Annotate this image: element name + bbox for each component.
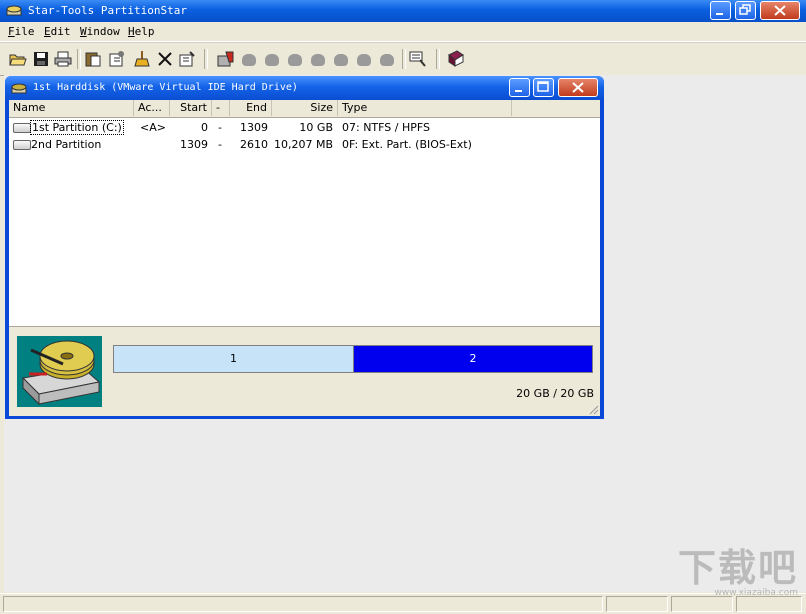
column-dash[interactable]: -	[212, 100, 230, 116]
main-title-bar[interactable]: Star-Tools PartitionStar	[0, 0, 806, 22]
partition-name: 2nd Partition	[31, 138, 102, 151]
status-pane-4	[736, 596, 802, 612]
column-name[interactable]: Name	[9, 100, 134, 116]
disabled-tool-icon	[265, 54, 279, 66]
close-icon	[774, 5, 786, 16]
menu-file[interactable]: File	[8, 25, 35, 38]
harddisk-window-title-bar[interactable]: 1st Harddisk (VMware Virtual IDE Hard Dr…	[5, 76, 604, 100]
harddisk-window: 1st Harddisk (VMware Virtual IDE Hard Dr…	[5, 76, 604, 419]
child-close-button[interactable]	[558, 78, 598, 97]
toolbar-separator	[402, 49, 406, 69]
minimize-button[interactable]	[710, 1, 731, 20]
menu-bar: File Edit Window Help	[0, 22, 806, 42]
partition-dash: -	[218, 138, 222, 151]
clean-icon[interactable]	[133, 50, 151, 68]
menu-help[interactable]: Help	[128, 25, 155, 38]
toolbar-separator	[77, 49, 81, 69]
close-icon	[572, 82, 584, 93]
app-hdd-icon	[6, 5, 22, 16]
disabled-tool-icon	[380, 54, 394, 66]
partition-start: 0	[201, 121, 208, 134]
partition-drive-icon	[13, 140, 31, 150]
harddisk-icon	[11, 83, 27, 94]
partition-end: 1309	[240, 121, 268, 134]
minimize-icon	[515, 90, 522, 92]
partition-list-panel: Name Ac... Start - End Size Type 1st Par…	[9, 100, 600, 416]
disabled-tool-icon	[334, 54, 348, 66]
partition-drive-icon	[13, 123, 31, 133]
toolbar-separator	[436, 49, 440, 69]
partition-segment-2[interactable]: 2	[354, 346, 592, 372]
restore-icon	[739, 4, 751, 15]
partition-dash: -	[218, 121, 222, 134]
column-active[interactable]: Ac...	[134, 100, 170, 116]
partition-active: <A>	[140, 121, 166, 134]
edit-icon[interactable]	[178, 50, 196, 68]
menu-window[interactable]: Window	[80, 25, 120, 38]
maximize-button[interactable]	[735, 1, 756, 20]
save-disk-icon[interactable]	[32, 50, 50, 68]
table-row[interactable]: 1st Partition (C:) <A> 0 - 1309 10 GB 07…	[9, 119, 600, 136]
column-type[interactable]: Type	[338, 100, 512, 116]
disabled-tool-icon	[357, 54, 371, 66]
partition-type: 07: NTFS / HPFS	[342, 121, 430, 134]
status-pane-3	[671, 596, 733, 612]
disabled-tool-icon	[311, 54, 325, 66]
harddisk-window-title: 1st Harddisk (VMware Virtual IDE Hard Dr…	[33, 82, 298, 93]
maximize-icon	[537, 81, 549, 92]
delete-x-icon[interactable]	[156, 50, 174, 68]
toolbar	[0, 42, 806, 76]
partition-column-header: Name Ac... Start - End Size Type	[9, 100, 600, 118]
column-end[interactable]: End	[230, 100, 272, 116]
harddisk-large-icon	[21, 340, 101, 406]
paste-icon[interactable]	[84, 50, 102, 68]
disk-overview-panel: 1 2 20 GB / 20 GB	[9, 326, 600, 416]
partition-size: 10 GB	[299, 121, 333, 134]
partition-size: 10,207 MB	[273, 138, 333, 151]
open-folder-icon[interactable]	[9, 50, 27, 68]
toolbar-separator	[204, 49, 208, 69]
watermark-brand: 下载吧	[677, 546, 798, 590]
partition-end: 2610	[240, 138, 268, 151]
disabled-tool-icon	[288, 54, 302, 66]
partition-start: 1309	[180, 138, 208, 151]
table-row[interactable]: 2nd Partition 1309 - 2610 10,207 MB 0F: …	[9, 136, 600, 153]
partition-name: 1st Partition (C:)	[30, 120, 124, 135]
disabled-tool-icon	[242, 54, 256, 66]
partition-layout-bar: 1 2	[113, 345, 593, 373]
book-icon[interactable]	[447, 50, 465, 68]
partition-segment-1[interactable]: 1	[114, 346, 354, 372]
partition-active	[140, 136, 164, 153]
column-start[interactable]: Start	[170, 100, 212, 116]
column-size[interactable]: Size	[272, 100, 338, 116]
tools-icon[interactable]	[409, 50, 427, 68]
partition-type: 0F: Ext. Part. (BIOS-Ext)	[342, 138, 472, 151]
status-pane-main	[3, 596, 603, 612]
menu-edit[interactable]: Edit	[44, 25, 71, 38]
harddisk-tool-icon[interactable]	[217, 50, 235, 68]
site-watermark: 下载吧 www.xiazaiba.com	[678, 548, 798, 598]
harddisk-illustration	[17, 336, 102, 407]
app-title: Star-Tools PartitionStar	[28, 4, 187, 17]
resize-grip-icon[interactable]	[587, 403, 599, 415]
minimize-icon	[716, 13, 723, 15]
properties-icon[interactable]	[108, 50, 126, 68]
disk-capacity: 20 GB / 20 GB	[516, 387, 594, 400]
close-button[interactable]	[760, 1, 800, 20]
child-maximize-button[interactable]	[533, 78, 554, 97]
print-icon[interactable]	[54, 50, 72, 68]
child-minimize-button[interactable]	[509, 78, 530, 97]
status-pane-2	[606, 596, 668, 612]
